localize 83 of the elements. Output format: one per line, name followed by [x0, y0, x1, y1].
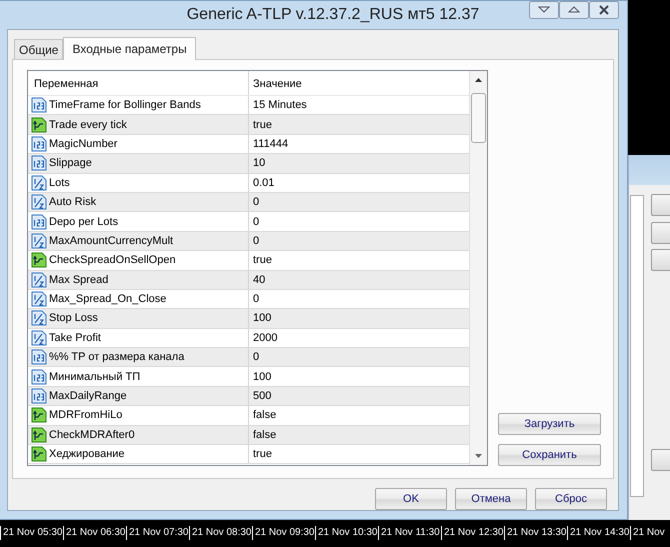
- parameter-value: 111444: [253, 138, 288, 150]
- parameter-value: 0: [253, 293, 260, 306]
- parameter-value: 2000: [253, 332, 278, 344]
- parameter-name: CheckSpreadOnSellOpen: [49, 254, 176, 266]
- parameter-value: 0: [253, 216, 260, 228]
- parameter-name: MDRFromHiLo: [49, 409, 122, 422]
- parameter-name: Trade every tick: [49, 118, 127, 131]
- fraction-icon: [31, 194, 47, 210]
- fraction-icon: [31, 330, 47, 346]
- integer-icon: [31, 368, 47, 385]
- fraction-icon: [31, 174, 47, 191]
- integer-icon: [31, 136, 47, 152]
- parameter-value: true: [253, 118, 272, 131]
- parameter-name: MaxAmountCurrencyMult: [49, 234, 174, 247]
- time-label: 21 Nov 10:30: [315, 526, 378, 540]
- time-label: 21 Nov 05:30: [0, 526, 63, 540]
- parameter-name: Stop Loss: [49, 312, 98, 324]
- parameter-value: 0: [253, 351, 260, 364]
- parameter-name: Take Profit: [49, 332, 101, 344]
- parameter-name: Auto Risk: [49, 196, 96, 208]
- parameter-value: 0.01: [253, 176, 274, 189]
- parameter-value: 0: [253, 234, 260, 247]
- switch-icon: [31, 116, 47, 133]
- time-label: 21 Nov 11:30: [378, 526, 441, 540]
- integer-icon: [31, 349, 47, 366]
- column-header: Переменная: [28, 71, 249, 95]
- parameter-name: TimeFrame for Bollinger Bands: [49, 99, 201, 112]
- parameter-value: false: [253, 409, 276, 422]
- parameter-value: 500: [253, 390, 272, 402]
- dialog-button[interactable]: Сохранить: [498, 444, 601, 466]
- switch-icon: [31, 426, 47, 443]
- parameter-name: Минимальный ТП: [49, 370, 140, 383]
- parameter-name: Lots: [49, 176, 70, 189]
- fraction-icon: [31, 310, 47, 326]
- tab[interactable]: Общие: [14, 39, 64, 59]
- parameter-value: true: [253, 448, 272, 460]
- time-label: 21 Nov 08:30: [189, 526, 252, 540]
- parameter-value: 15 Minutes: [253, 99, 307, 112]
- integer-icon: [31, 97, 47, 114]
- parameter-value: 100: [253, 312, 272, 324]
- parameter-value: 0: [253, 196, 260, 208]
- time-label: 21 Nov 14:30: [567, 526, 630, 540]
- parameter-name: Depo per Lots: [49, 216, 118, 228]
- parameter-name: Max_Spread_On_Close: [49, 293, 166, 306]
- fraction-icon: [31, 291, 47, 308]
- parameter-value: 40: [253, 274, 266, 286]
- switch-icon: [31, 407, 47, 424]
- parameter-value: 100: [253, 370, 272, 383]
- column-header: Значение: [252, 77, 303, 92]
- parameter-name: MagicNumber: [49, 138, 118, 150]
- fraction-icon: [31, 272, 47, 288]
- parameter-name: CheckMDRAfter0: [49, 428, 135, 441]
- time-label: 21 Nov 13:30: [504, 526, 567, 540]
- parameter-value: 10: [253, 157, 266, 170]
- dialog-button[interactable]: Отмена: [455, 488, 527, 510]
- parameter-name: %% TP от размера канала: [49, 351, 184, 364]
- time-label: 21 Nov 06:30: [63, 526, 126, 540]
- fraction-icon: [31, 232, 47, 249]
- time-label: 21 Nov 07:30: [126, 526, 189, 540]
- integer-icon: [31, 388, 47, 404]
- time-label: 21 Nov 09:30: [252, 526, 315, 540]
- time-label: 21 Nov 12:30: [441, 526, 504, 540]
- parameter-name: Хеджирование: [49, 448, 125, 460]
- scrollbar[interactable]: [469, 71, 487, 465]
- parameter-value: true: [253, 254, 272, 266]
- parameter-name: Max Spread: [49, 274, 108, 286]
- time-label: 21 Nov: [630, 526, 670, 540]
- switch-icon: [31, 446, 47, 462]
- parameter-name: Slippage: [49, 157, 92, 170]
- dialog-button[interactable]: OK: [375, 488, 447, 510]
- integer-icon: [31, 155, 47, 172]
- integer-icon: [31, 214, 47, 230]
- minimize-icon[interactable]: [529, 1, 559, 19]
- dialog-button[interactable]: Загрузить: [498, 413, 601, 435]
- close-icon[interactable]: [589, 1, 619, 19]
- parameter-name: MaxDailyRange: [49, 390, 127, 402]
- scrollbar-thumb[interactable]: [471, 93, 486, 143]
- window-title: Generic A-TLP v.12.37.2_RUS мт5 12.37: [186, 6, 480, 24]
- tab[interactable]: Входные параметры: [63, 37, 196, 60]
- parameter-value: false: [253, 428, 276, 441]
- maximize-icon[interactable]: [559, 1, 589, 19]
- dialog-button[interactable]: Сброс: [535, 488, 607, 510]
- switch-icon: [31, 252, 47, 268]
